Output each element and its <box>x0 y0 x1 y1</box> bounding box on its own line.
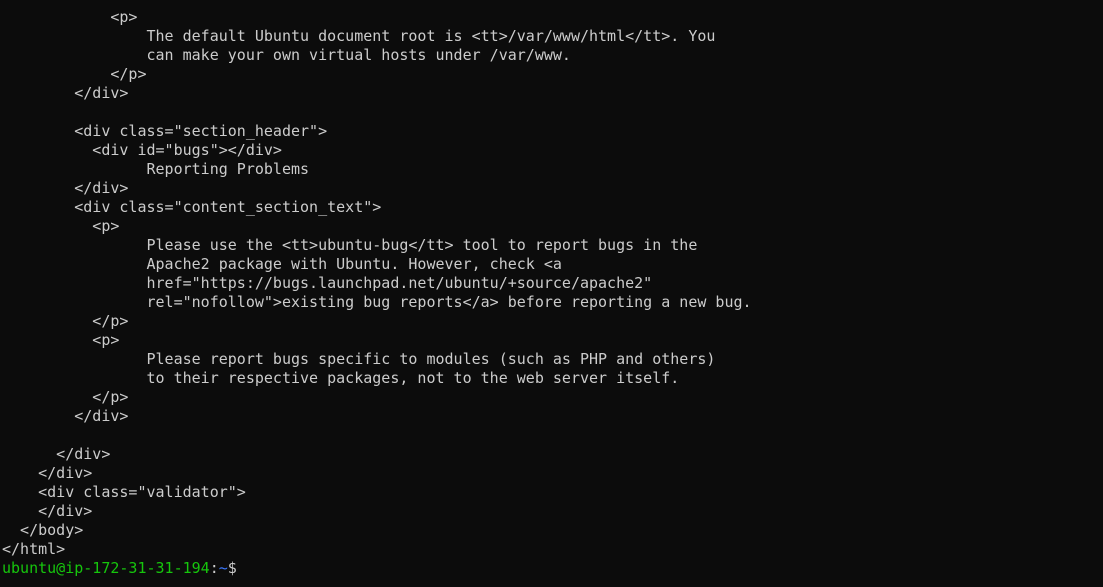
text-cursor[interactable] <box>237 560 246 577</box>
output-line: </body> <box>2 521 84 539</box>
output-line: </p> <box>2 65 147 83</box>
output-line: <div class="content_section_text"> <box>2 198 382 216</box>
prompt-user-host: ubuntu@ip-172-31-31-194 <box>2 559 210 577</box>
output-line: </div> <box>2 464 93 482</box>
output-line: The default Ubuntu document root is <tt>… <box>2 27 716 45</box>
output-line: href="https://bugs.launchpad.net/ubuntu/… <box>2 274 653 292</box>
output-line: Please report bugs specific to modules (… <box>2 350 716 368</box>
output-line: Apache2 package with Ubuntu. However, ch… <box>2 255 562 273</box>
output-line: Reporting Problems <box>2 160 310 178</box>
output-line: </div> <box>2 179 129 197</box>
output-line: Please use the <tt>ubuntu-bug</tt> tool … <box>2 236 698 254</box>
output-line: </p> <box>2 312 129 330</box>
output-line: <div id="bugs"></div> <box>2 141 282 159</box>
output-line: </div> <box>2 84 129 102</box>
output-line: </html> <box>2 540 66 558</box>
output-line: <p> <box>2 8 138 26</box>
output-line: </div> <box>2 445 111 463</box>
output-line: <div class="section_header"> <box>2 122 328 140</box>
output-line: <p> <box>2 217 120 235</box>
terminal-window[interactable]: <p> The default Ubuntu document root is … <box>0 0 1103 587</box>
output-line: to their respective packages, not to the… <box>2 369 680 387</box>
output-line: <div class="validator"> <box>2 483 246 501</box>
command-prompt[interactable]: ubuntu@ip-172-31-31-194: ~ $ <box>2 559 246 578</box>
prompt-separator: : <box>209 559 219 577</box>
output-line: <p> <box>2 331 120 349</box>
output-line: </p> <box>2 388 129 406</box>
output-line: can make your own virtual hosts under /v… <box>2 46 571 64</box>
prompt-path: ~ <box>218 559 228 577</box>
output-line: </div> <box>2 407 129 425</box>
output-line: rel="nofollow">existing bug reports</a> … <box>2 293 752 311</box>
prompt-symbol: $ <box>227 559 237 577</box>
output-line: </div> <box>2 502 93 520</box>
